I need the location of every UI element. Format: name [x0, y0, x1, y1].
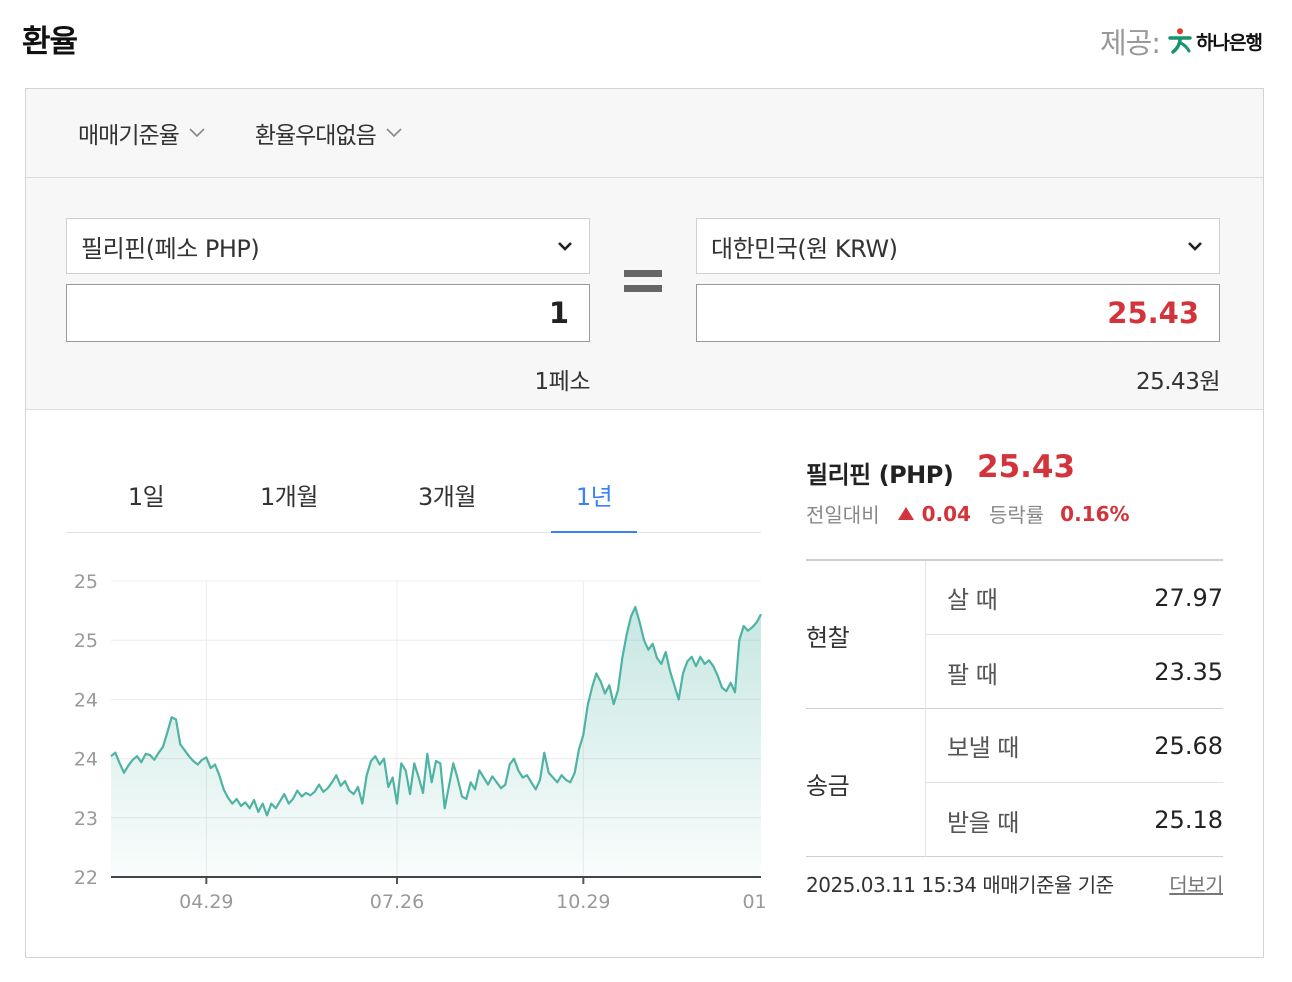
footnote-text: 2025.03.11 15:34 매매기준율 기준: [806, 869, 1114, 898]
x-tick-label: 04.29: [179, 891, 233, 913]
cash-sell-label: 팔 때: [947, 660, 998, 689]
provider-label: 제공:: [1099, 26, 1161, 60]
y-tick-label: 24: [74, 749, 98, 771]
chart-svg: 25 25 24 24 23 22 04.29 07.26 10.29 01.23: [74, 571, 766, 913]
more-link[interactable]: 더보기: [1169, 869, 1223, 898]
provider-credit: 제공: 하나은행: [1099, 20, 1263, 62]
to-currency-label: 대한민국(원 KRW): [711, 234, 898, 263]
hana-logo-icon: [1168, 28, 1192, 54]
tab-1year[interactable]: 1년: [551, 477, 637, 512]
change-label: 전일대비: [806, 503, 880, 527]
rate-table: 현찰 살 때 27.97 팔 때 23.35 송금 보낼 때 25.68 받을 …: [806, 559, 1223, 857]
preferential-label: 환율우대없음: [254, 123, 377, 149]
exchange-rate-panel: 매매기준율 환율우대없음 필리핀(페소 PHP) 1 1페소 대한민국(원 KR…: [25, 88, 1264, 958]
active-tab-underline: [551, 531, 637, 533]
from-currency-select[interactable]: 필리핀(페소 PHP): [66, 218, 590, 274]
chevron-down-icon: [189, 128, 205, 138]
chart-area: [111, 607, 761, 877]
remit-recv-value: 25.18: [1154, 806, 1223, 834]
tab-1month[interactable]: 1개월: [246, 477, 332, 512]
remit-recv-label: 받을 때: [947, 808, 1019, 837]
x-tick-label: 10.29: [556, 891, 610, 913]
from-currency-label: 필리핀(페소 PHP): [81, 234, 260, 263]
currency-name: 필리핀 (PHP): [806, 461, 954, 489]
to-currency-select[interactable]: 대한민국(원 KRW): [696, 218, 1220, 274]
y-tick-label: 25: [74, 571, 98, 593]
to-unit-text: 25.43원: [1135, 369, 1221, 395]
page-title: 환율: [22, 24, 78, 60]
cash-buy-label: 살 때: [947, 586, 998, 614]
rate-type-dropdown[interactable]: 매매기준율: [78, 116, 205, 150]
remit-recv-row: 받을 때 25.18: [926, 783, 1223, 857]
cash-buy-row: 살 때 27.97: [926, 561, 1223, 635]
options-bar: 매매기준율 환율우대없음: [26, 89, 1263, 178]
remit-group: 송금 보낼 때 25.68 받을 때 25.18: [806, 709, 1223, 857]
change-value: 0.04: [921, 501, 971, 526]
remit-send-label: 보낼 때: [947, 734, 1019, 762]
y-tick-label: 22: [74, 867, 98, 889]
period-tabs: 1일 1개월 3개월 1년: [66, 461, 761, 533]
basis-text: 매매기준율 기준: [982, 873, 1114, 897]
timestamp: 2025.03.11 15:34: [806, 873, 977, 897]
tab-3month[interactable]: 3개월: [404, 477, 490, 512]
rate-value: 0.16%: [1060, 501, 1130, 526]
rate-label: 등락률: [988, 503, 1045, 527]
remit-send-value: 25.68: [1154, 731, 1223, 760]
chevron-down-icon: [386, 128, 402, 138]
change-info: 전일대비 0.04 등락률 0.16%: [806, 499, 1130, 528]
up-triangle-icon: [897, 507, 914, 520]
equals-icon: [624, 270, 662, 292]
cash-label: 현찰: [806, 561, 926, 709]
cash-sell-row: 팔 때 23.35: [926, 635, 1223, 709]
from-unit-text: 1페소: [534, 369, 591, 395]
current-rate: 25.43: [977, 449, 1076, 485]
cash-group: 현찰 살 때 27.97 팔 때 23.35: [806, 561, 1223, 709]
footnote: 2025.03.11 15:34 매매기준율 기준 더보기: [806, 869, 1223, 898]
cash-buy-value: 27.97: [1154, 583, 1223, 612]
rate-type-label: 매매기준율: [78, 123, 180, 149]
preferential-dropdown[interactable]: 환율우대없음: [255, 116, 402, 150]
to-amount-input[interactable]: 25.43: [696, 284, 1220, 342]
x-tick-label: 07.26: [370, 891, 424, 913]
x-tick-label: 01.23: [742, 891, 766, 913]
y-tick-label: 25: [74, 630, 98, 652]
caret-down-icon: [1188, 242, 1202, 251]
caret-down-icon: [558, 242, 572, 251]
cash-sell-value: 23.35: [1154, 658, 1223, 686]
currency-converter: 필리핀(페소 PHP) 1 1페소 대한민국(원 KRW) 25.43 25.4…: [26, 178, 1263, 410]
from-amount-input[interactable]: 1: [66, 284, 590, 342]
y-tick-label: 23: [74, 808, 98, 830]
provider-name: 하나은행: [1196, 31, 1263, 54]
remit-label: 송금: [806, 709, 926, 857]
exchange-rate-chart: 25 25 24 24 23 22 04.29 07.26 10.29 01.23: [66, 559, 766, 919]
tab-1day[interactable]: 1일: [116, 477, 176, 512]
y-tick-label: 24: [74, 689, 98, 711]
hana-bank-logo: 하나은행: [1168, 28, 1263, 55]
remit-send-row: 보낼 때 25.68: [926, 709, 1223, 783]
